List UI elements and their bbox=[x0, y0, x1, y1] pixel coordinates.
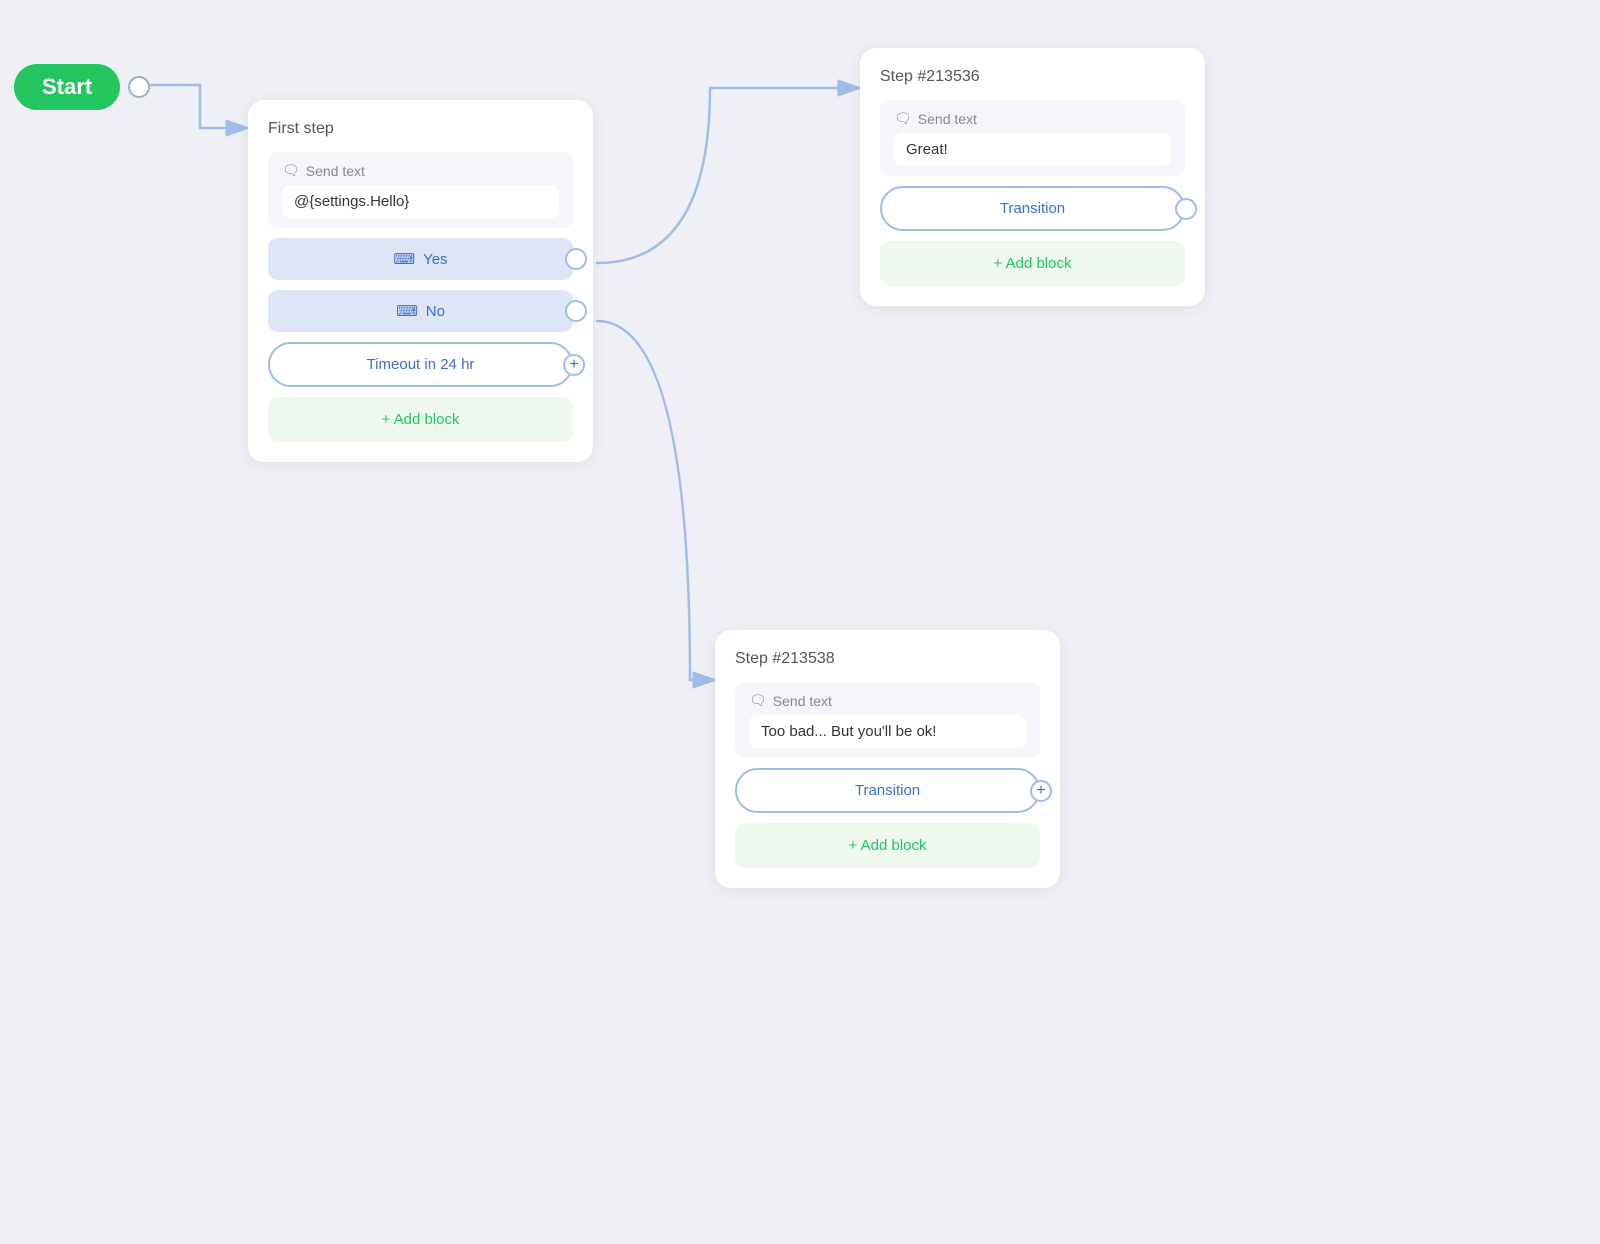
yes-port bbox=[565, 248, 587, 270]
no-port bbox=[565, 300, 587, 322]
start-button[interactable]: Start bbox=[14, 64, 120, 110]
first-step-send-text-label: 🗨 Send text bbox=[282, 162, 559, 179]
no-button[interactable]: ⌨ No bbox=[268, 290, 573, 332]
first-step-card: First step 🗨 Send text @{settings.Hello}… bbox=[248, 100, 593, 462]
step-213536-add-block-button[interactable]: + Add block bbox=[880, 241, 1185, 286]
first-step-send-text-value: @{settings.Hello} bbox=[282, 185, 559, 218]
step-213538-transition-port: + bbox=[1030, 780, 1052, 802]
step-213536-send-text-block: 🗨 Send text Great! bbox=[880, 100, 1185, 176]
message-icon: 🗨 bbox=[282, 162, 300, 179]
first-step-send-text-block: 🗨 Send text @{settings.Hello} bbox=[268, 152, 573, 228]
step-213538-card: Step #213538 🗨 Send text Too bad... But … bbox=[715, 630, 1060, 888]
step-213536-transition-port bbox=[1175, 198, 1197, 220]
yes-button[interactable]: ⌨ Yes bbox=[268, 238, 573, 280]
step-213536-card: Step #213536 🗨 Send text Great! Transiti… bbox=[860, 48, 1205, 306]
keyboard-icon-yes: ⌨ bbox=[393, 250, 415, 268]
start-node: Start bbox=[14, 64, 150, 110]
message-icon-213536: 🗨 bbox=[894, 110, 912, 127]
step-213536-send-text-label: 🗨 Send text bbox=[894, 110, 1171, 127]
step-213538-transition-button[interactable]: Transition + bbox=[735, 768, 1040, 813]
timeout-button[interactable]: Timeout in 24 hr + bbox=[268, 342, 573, 387]
timeout-plus-port: + bbox=[563, 354, 585, 376]
first-step-title: First step bbox=[268, 120, 573, 138]
step-213536-transition-button[interactable]: Transition bbox=[880, 186, 1185, 231]
step-213536-title: Step #213536 bbox=[880, 68, 1185, 86]
step-213538-send-text-value: Too bad... But you'll be ok! bbox=[749, 715, 1026, 748]
step-213538-send-text-block: 🗨 Send text Too bad... But you'll be ok! bbox=[735, 682, 1040, 758]
step-213536-send-text-value: Great! bbox=[894, 133, 1171, 166]
keyboard-icon-no: ⌨ bbox=[396, 302, 418, 320]
start-connector-dot bbox=[128, 76, 150, 98]
first-step-add-block-button[interactable]: + Add block bbox=[268, 397, 573, 442]
message-icon-213538: 🗨 bbox=[749, 692, 767, 709]
step-213538-add-block-button[interactable]: + Add block bbox=[735, 823, 1040, 868]
step-213538-send-text-label: 🗨 Send text bbox=[749, 692, 1026, 709]
step-213538-title: Step #213538 bbox=[735, 650, 1040, 668]
